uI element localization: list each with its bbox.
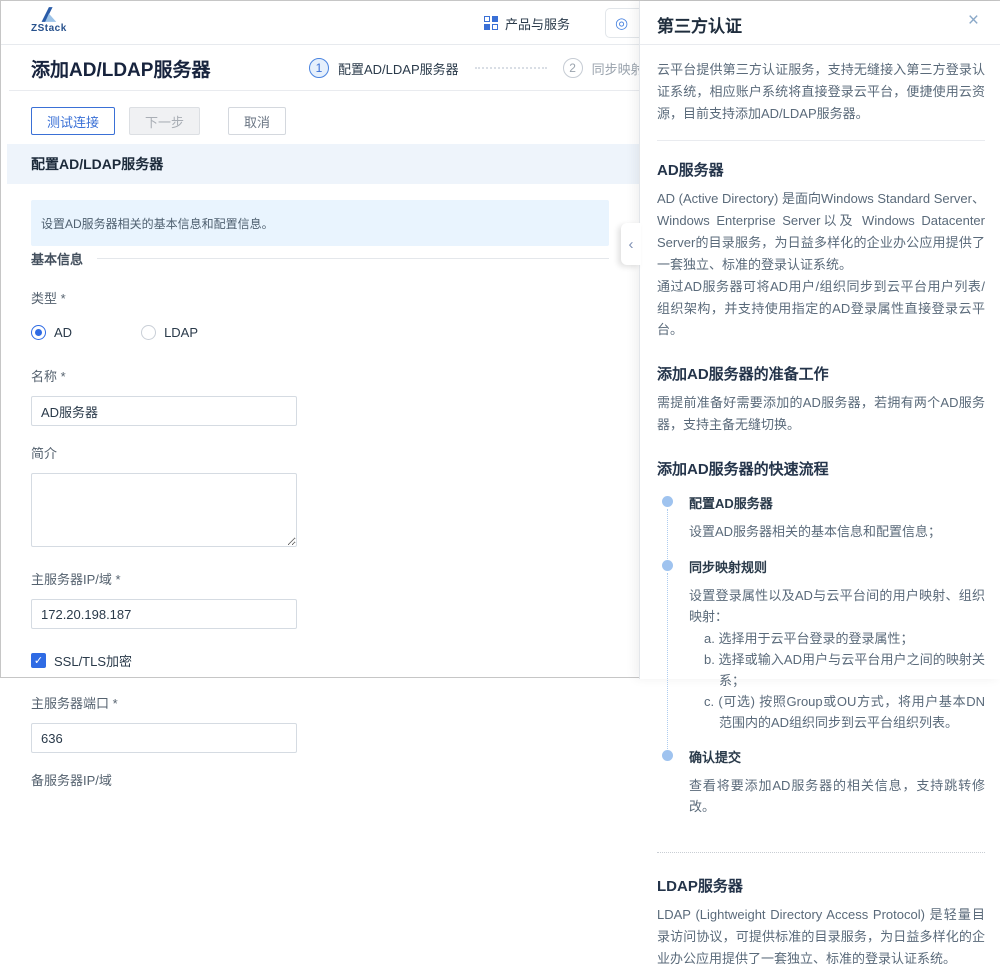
flow-timeline: 配置AD服务器 设置AD服务器相关的基本信息和配置信息； 同步映射规则 设置登录… bbox=[657, 493, 985, 832]
name-label: 名称 * bbox=[31, 366, 609, 385]
step-2-circle: 2 bbox=[563, 58, 583, 78]
page-title: 添加AD/LDAP服务器 bbox=[31, 55, 210, 82]
products-services-label: 产品与服务 bbox=[505, 14, 570, 33]
next-step-button[interactable]: 下一步 bbox=[129, 107, 200, 135]
section-header: 配置AD/LDAP服务器 bbox=[7, 144, 639, 184]
products-services-menu[interactable]: 产品与服务 bbox=[484, 1, 570, 45]
help-panel-header: 第三方认证 × bbox=[640, 1, 1000, 45]
stepper-dots bbox=[475, 67, 547, 69]
flow-substep-c: c. (可选) 按照Group或OU方式，将用户基本DN范围内的AD组织同步到云… bbox=[689, 692, 985, 734]
description-label: 简介 bbox=[31, 443, 609, 462]
info-banner: 设置AD服务器相关的基本信息和配置信息。 bbox=[31, 200, 609, 246]
radio-ldap-label: LDAP bbox=[164, 325, 198, 340]
test-connection-button[interactable]: 测试连接 bbox=[31, 107, 115, 135]
basic-info-group: 基本信息 bbox=[31, 249, 609, 268]
flow-substep-a: a. 选择用于云平台登录的登录属性； bbox=[689, 629, 985, 650]
primary-ip-input[interactable] bbox=[31, 599, 297, 629]
cancel-button[interactable]: 取消 bbox=[228, 107, 286, 135]
section-title: 配置AD/LDAP服务器 bbox=[31, 154, 163, 174]
basic-info-group-title: 基本信息 bbox=[31, 249, 83, 268]
ad-server-paragraph-1: AD (Active Directory) 是面向Windows Standar… bbox=[657, 188, 985, 275]
flow-step-3-title: 确认提交 bbox=[689, 747, 985, 766]
prep-heading: 添加AD服务器的准备工作 bbox=[657, 363, 985, 384]
zstack-logo-text: ZStack bbox=[31, 24, 91, 34]
dotted-divider bbox=[657, 852, 985, 853]
wizard-stepper: 1 配置AD/LDAP服务器 2 同步映射规则 bbox=[309, 58, 670, 78]
radio-ldap-control[interactable] bbox=[141, 325, 156, 340]
account-icon: ◎ bbox=[615, 14, 628, 32]
ldap-server-text: LDAP (Lightweight Directory Access Proto… bbox=[657, 904, 985, 969]
radio-ad-control[interactable] bbox=[31, 325, 46, 340]
name-input[interactable] bbox=[31, 396, 297, 426]
grid-icon bbox=[484, 16, 498, 30]
flow-step-1-desc: 设置AD服务器相关的基本信息和配置信息； bbox=[689, 522, 985, 543]
step-1-circle: 1 bbox=[309, 58, 329, 78]
zstack-logo[interactable]: ZStack bbox=[31, 5, 91, 34]
radio-ad-label: AD bbox=[54, 325, 72, 340]
toolbar: 测试连接 下一步 取消 bbox=[31, 107, 286, 135]
help-panel: 第三方认证 × 云平台提供第三方认证服务，支持无缝接入第三方登录认证系统，相应账… bbox=[639, 1, 1000, 679]
primary-port-input[interactable] bbox=[31, 723, 297, 753]
primary-ip-label: 主服务器IP/域 * bbox=[31, 569, 609, 588]
panel-divider bbox=[657, 140, 985, 141]
radio-ad[interactable]: AD bbox=[31, 325, 72, 340]
flow-step-3-desc: 查看将要添加AD服务器的相关信息，支持跳转修改。 bbox=[689, 776, 985, 818]
radio-ldap[interactable]: LDAP bbox=[141, 325, 198, 340]
flow-step-2-substeps: a. 选择用于云平台登录的登录属性； b. 选择或输入AD用户与云平台用户之间的… bbox=[689, 629, 985, 733]
ad-ldap-form: 基本信息 类型 * AD LDAP 名称 * 简介 主服务器IP/域 * ✓ S… bbox=[31, 249, 609, 800]
step-1-label: 配置AD/LDAP服务器 bbox=[338, 59, 459, 78]
chevron-left-icon: ‹ bbox=[629, 236, 634, 253]
description-textarea[interactable] bbox=[31, 473, 297, 547]
group-divider-line bbox=[97, 258, 609, 259]
prep-text: 需提前准备好需要添加的AD服务器，若拥有两个AD服务器，支持主备无缝切换。 bbox=[657, 392, 985, 436]
zstack-logo-icon bbox=[37, 5, 59, 24]
help-intro: 云平台提供第三方认证服务，支持无缝接入第三方登录认证系统，相应账户系统将直接登录… bbox=[657, 59, 985, 124]
ssl-tls-label: SSL/TLS加密 bbox=[54, 651, 132, 670]
flow-step-2-title: 同步映射规则 bbox=[689, 557, 985, 576]
ldap-server-heading: LDAP服务器 bbox=[657, 875, 985, 896]
primary-port-label: 主服务器端口 * bbox=[31, 693, 609, 712]
flow-step-2-desc: 设置登录属性以及AD与云平台间的用户映射、组织映射： bbox=[689, 586, 985, 628]
flow-step-3: 确认提交 查看将要添加AD服务器的相关信息，支持跳转修改。 bbox=[662, 747, 985, 832]
close-icon[interactable]: × bbox=[968, 11, 979, 30]
help-panel-body: 云平台提供第三方认证服务，支持无缝接入第三方登录认证系统，相应账户系统将直接登录… bbox=[640, 45, 1000, 969]
flow-step-1: 配置AD服务器 设置AD服务器相关的基本信息和配置信息； bbox=[662, 493, 985, 557]
ssl-tls-checkbox[interactable]: ✓ bbox=[31, 653, 46, 668]
panel-collapse-handle[interactable]: ‹ bbox=[621, 223, 641, 265]
flow-substep-b: b. 选择或输入AD用户与云平台用户之间的映射关系； bbox=[689, 650, 985, 692]
header-divider bbox=[9, 90, 639, 91]
type-label: 类型 * bbox=[31, 288, 609, 307]
ad-server-heading: AD服务器 bbox=[657, 159, 985, 180]
ad-server-paragraph-2: 通过AD服务器可将AD用户/组织同步到云平台用户列表/组织架构，并支持使用指定的… bbox=[657, 276, 985, 341]
flow-heading: 添加AD服务器的快速流程 bbox=[657, 458, 985, 479]
help-panel-title: 第三方认证 bbox=[657, 12, 742, 37]
info-banner-text: 设置AD服务器相关的基本信息和配置信息。 bbox=[41, 215, 274, 232]
backup-ip-label: 备服务器IP/域 bbox=[31, 770, 609, 789]
flow-step-1-title: 配置AD服务器 bbox=[689, 493, 985, 512]
flow-step-2: 同步映射规则 设置登录属性以及AD与云平台间的用户映射、组织映射： a. 选择用… bbox=[662, 557, 985, 748]
type-radio-group: AD LDAP bbox=[31, 325, 609, 340]
ssl-tls-checkbox-row[interactable]: ✓ SSL/TLS加密 bbox=[31, 651, 609, 670]
page-header: 添加AD/LDAP服务器 1 配置AD/LDAP服务器 2 同步映射规则 bbox=[1, 45, 639, 91]
